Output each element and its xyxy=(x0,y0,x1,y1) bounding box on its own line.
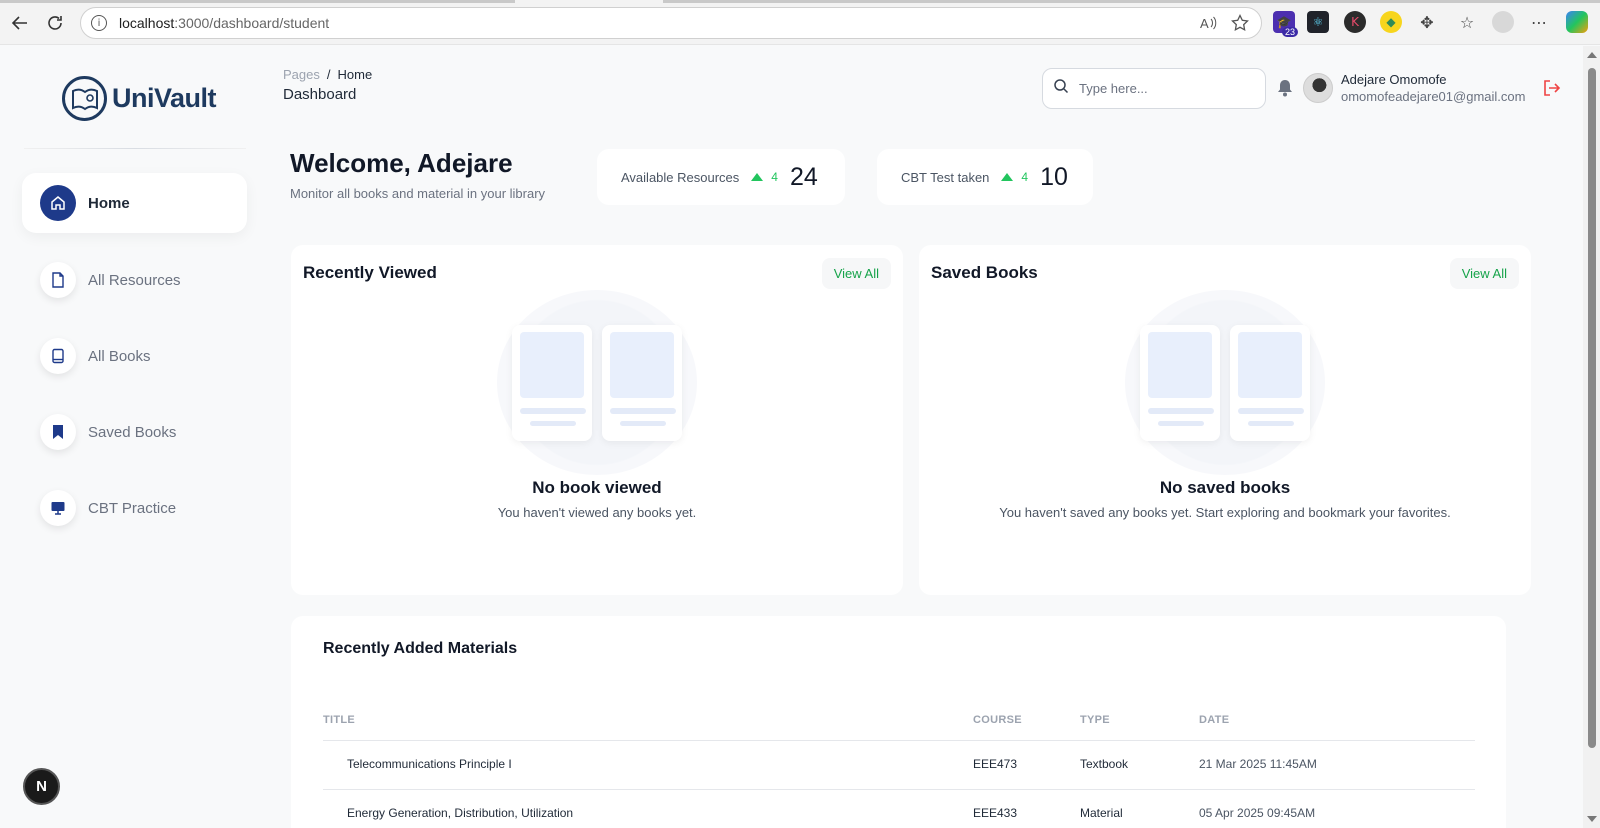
logout-icon[interactable] xyxy=(1543,79,1561,102)
welcome-subtitle: Monitor all books and material in your l… xyxy=(290,186,546,201)
stat-cbt-test-taken: CBT Test taken 4 10 xyxy=(877,149,1093,205)
sidebar-item-label: Saved Books xyxy=(88,423,177,441)
scroll-up-icon[interactable] xyxy=(1587,52,1597,58)
univault-logo[interactable]: UniVault xyxy=(62,76,217,121)
scrollbar-thumb[interactable] xyxy=(1588,68,1596,748)
profile-avatar-icon[interactable] xyxy=(1492,11,1514,33)
extension-k-icon[interactable]: K xyxy=(1344,11,1366,33)
svg-text:A: A xyxy=(1200,16,1209,31)
sidebar-item-home[interactable]: Home xyxy=(22,173,247,233)
back-icon[interactable] xyxy=(9,12,31,34)
monitor-icon xyxy=(40,490,76,526)
more-options-icon[interactable]: ⋯ xyxy=(1528,11,1550,33)
search-icon xyxy=(1053,78,1069,99)
sidebar-item-label: All Books xyxy=(88,347,151,365)
breadcrumb-separator: / xyxy=(326,67,331,82)
breadcrumb-root[interactable]: Pages xyxy=(283,67,320,82)
stat-available-resources: Available Resources 4 24 xyxy=(597,149,845,205)
bookmark-icon xyxy=(40,414,76,450)
sidebar-item-label: CBT Practice xyxy=(88,499,177,517)
scroll-down-icon[interactable] xyxy=(1587,816,1597,822)
cell-title: Energy Generation, Distribution, Utiliza… xyxy=(347,806,574,820)
sidebar-item-all-books[interactable]: All Books xyxy=(22,326,247,386)
header-divider xyxy=(323,740,1475,741)
breadcrumb-current: Home xyxy=(337,67,373,82)
page-title: Dashboard xyxy=(283,86,357,103)
url-text: localhost:3000/dashboard/student xyxy=(119,15,330,31)
view-all-button[interactable]: View All xyxy=(1449,258,1519,289)
nextjs-dev-button[interactable]: N xyxy=(23,768,60,805)
extension-badge: 23 xyxy=(1282,27,1299,37)
bell-icon[interactable] xyxy=(1277,79,1293,102)
search-box[interactable] xyxy=(1042,68,1266,109)
cell-date: 05 Apr 2025 09:45AM xyxy=(1199,806,1316,820)
favorites-icon[interactable]: ☆ xyxy=(1456,11,1478,33)
row-divider xyxy=(323,789,1475,790)
avatar[interactable] xyxy=(1303,73,1333,103)
view-all-button[interactable]: View All xyxy=(821,258,891,289)
address-bar[interactable]: i localhost:3000/dashboard/student A xyxy=(80,7,1262,39)
trend-up-icon xyxy=(751,173,764,181)
cell-title: Telecommunications Principle I xyxy=(347,757,512,771)
favorite-star-icon[interactable] xyxy=(1231,13,1249,37)
empty-state-title: No book viewed xyxy=(532,478,662,497)
user-email: omomofeadejare01@gmail.com xyxy=(1341,89,1526,104)
card-title: Saved Books xyxy=(931,263,1038,282)
browser-toolbar: i localhost:3000/dashboard/student A 🎓 2… xyxy=(0,0,1600,45)
user-name: Adejare Omomofe xyxy=(1341,72,1447,87)
stat-delta: 4 xyxy=(771,170,778,184)
extensions-puzzle-icon[interactable]: ✥ xyxy=(1416,11,1438,33)
site-info-icon[interactable]: i xyxy=(91,15,107,31)
sidebar-item-label: Home xyxy=(88,194,130,212)
file-icon xyxy=(40,262,76,298)
logo-text: UniVault xyxy=(112,83,217,113)
sidebar-item-label: All Resources xyxy=(88,271,181,289)
trend-up-icon xyxy=(1001,173,1014,181)
home-icon xyxy=(40,185,76,221)
column-header-course[interactable]: COURSE xyxy=(973,714,1022,726)
sidebar-divider xyxy=(24,148,246,149)
empty-books-illustration xyxy=(1125,290,1325,475)
logo-book-icon xyxy=(62,76,107,121)
cell-course: EEE433 xyxy=(973,806,1018,820)
empty-books-illustration xyxy=(497,290,697,475)
cell-type: Material xyxy=(1080,806,1123,820)
page-scrollbar[interactable] xyxy=(1583,46,1600,828)
extension-react-icon[interactable]: ⚛ xyxy=(1307,11,1329,33)
empty-state-subtitle: You haven't viewed any books yet. xyxy=(497,505,697,520)
cell-date: 21 Mar 2025 11:45AM xyxy=(1199,757,1317,771)
table-title: Recently Added Materials xyxy=(323,640,518,657)
saved-books-card: Saved Books View All No saved books You … xyxy=(919,245,1531,595)
copilot-icon[interactable] xyxy=(1566,11,1588,33)
sidebar-item-all-resources[interactable]: All Resources xyxy=(22,250,247,310)
column-header-type[interactable]: TYPE xyxy=(1080,714,1110,726)
search-input[interactable] xyxy=(1079,81,1239,96)
recent-materials-card: Recently Added Materials TITLE COURSE TY… xyxy=(291,616,1506,828)
sidebar-item-saved-books[interactable]: Saved Books xyxy=(22,402,247,462)
empty-state-title: No saved books xyxy=(1159,478,1291,497)
card-title: Recently Viewed xyxy=(303,263,437,282)
empty-state-subtitle: You haven't saved any books yet. Start e… xyxy=(999,505,1451,520)
stat-value: 24 xyxy=(789,162,818,191)
stat-label: Available Resources xyxy=(621,169,740,185)
sidebar-item-cbt-practice[interactable]: CBT Practice xyxy=(22,478,247,538)
stat-label: CBT Test taken xyxy=(901,169,990,185)
reload-icon[interactable] xyxy=(44,12,66,34)
breadcrumb: Pages / Home xyxy=(283,67,372,82)
tab-strip xyxy=(0,0,1600,3)
extension-circle-icon[interactable]: ◆ xyxy=(1380,11,1402,33)
welcome-heading: Welcome, Adejare xyxy=(290,148,513,178)
recently-viewed-card: Recently Viewed View All No book viewed … xyxy=(291,245,903,595)
cell-type: Textbook xyxy=(1080,757,1129,771)
column-header-date[interactable]: DATE xyxy=(1199,714,1229,726)
stat-value: 10 xyxy=(1040,162,1068,191)
cell-course: EEE473 xyxy=(973,757,1018,771)
book-icon xyxy=(40,338,76,374)
read-aloud-icon[interactable]: A xyxy=(1199,14,1217,37)
column-header-title[interactable]: TITLE xyxy=(323,714,355,726)
stat-delta: 4 xyxy=(1021,170,1029,184)
